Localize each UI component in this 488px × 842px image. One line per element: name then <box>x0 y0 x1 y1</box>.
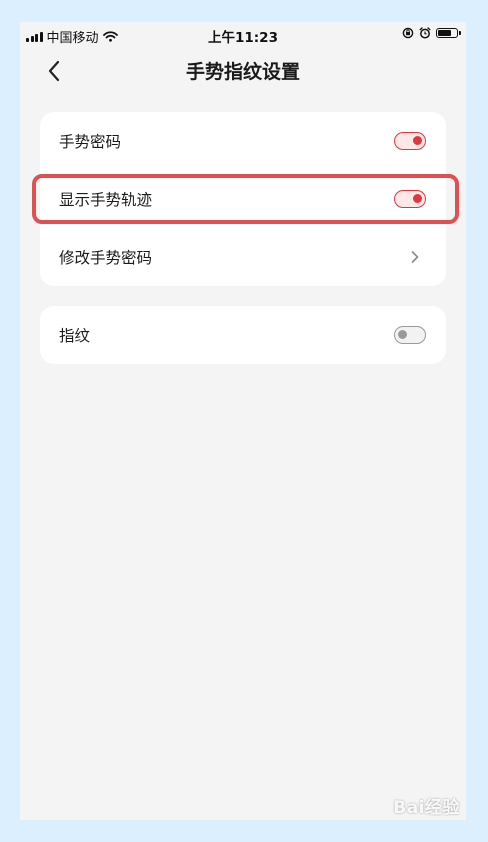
settings-group-gesture: 手势密码 显示手势轨迹 修改手势密码 <box>40 112 446 286</box>
setting-label: 指纹 <box>59 327 91 345</box>
toggle-knob <box>413 136 422 145</box>
rotation-lock-icon <box>402 27 414 39</box>
setting-row-change-gesture-password[interactable]: 修改手势密码 <box>40 228 446 286</box>
page-title: 手势指纹设置 <box>185 61 300 83</box>
toggle-knob <box>413 194 422 203</box>
setting-row-gesture-password[interactable]: 手势密码 <box>40 112 446 170</box>
setting-label: 显示手势轨迹 <box>59 191 153 209</box>
battery-fill <box>438 30 451 36</box>
fingerprint-toggle[interactable] <box>394 326 426 344</box>
phone-screen: 中国移动 上午11:23 手势指纹设置 手势密码 显示手势轨迹 修改手势密码 指… <box>20 22 466 820</box>
chevron-right-icon <box>411 251 419 263</box>
status-time: 上午11:23 <box>208 30 278 46</box>
toggle-knob <box>398 330 407 339</box>
alarm-icon <box>419 27 431 39</box>
battery-icon <box>436 28 461 38</box>
nav-bar: 手势指纹设置 <box>20 48 466 94</box>
setting-label: 修改手势密码 <box>59 249 153 267</box>
status-right <box>402 27 461 39</box>
setting-row-show-gesture-trail[interactable]: 显示手势轨迹 <box>40 170 446 228</box>
show-gesture-trail-toggle[interactable] <box>394 190 426 208</box>
gesture-password-toggle[interactable] <box>394 132 426 150</box>
status-bar: 中国移动 上午11:23 <box>20 22 466 48</box>
settings-group-fingerprint: 指纹 <box>40 306 446 364</box>
watermark-logo: Bai经验 <box>393 798 460 818</box>
setting-row-fingerprint[interactable]: 指纹 <box>40 306 446 364</box>
setting-label: 手势密码 <box>59 133 122 151</box>
